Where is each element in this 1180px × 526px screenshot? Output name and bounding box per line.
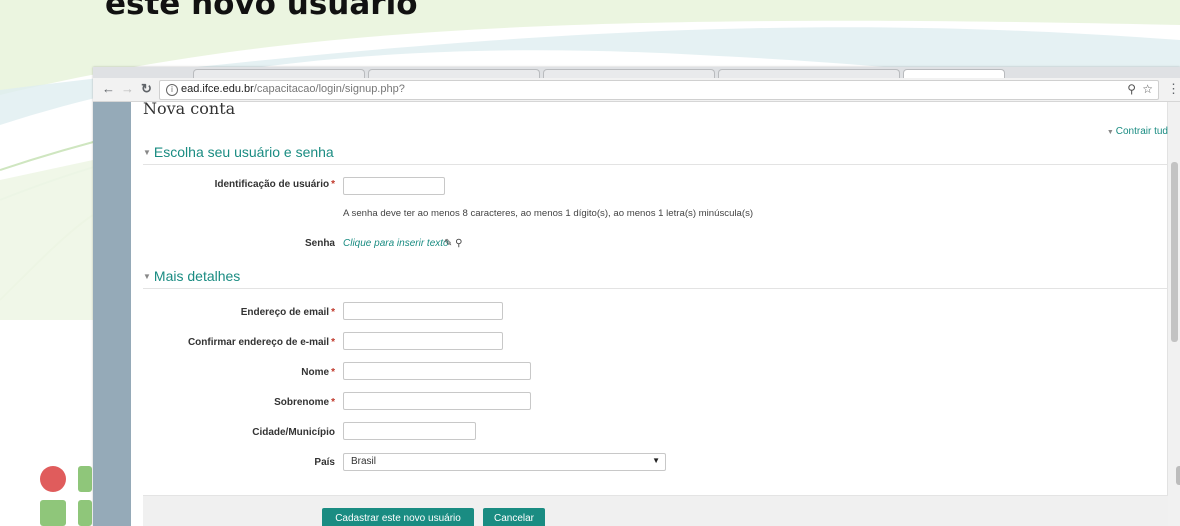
country-selected-value: Brasil (351, 456, 377, 467)
username-label-text: Identificação de usuário (214, 179, 330, 190)
submit-signup-button[interactable]: Cadastrar este novo usuário (322, 508, 474, 526)
collapse-all-label: Contrair tud (1115, 126, 1168, 137)
required-marker: * (331, 397, 335, 408)
section-divider (143, 288, 1168, 289)
page-title: Nova conta (143, 99, 236, 118)
page-viewport: Nova conta ▼ Contrair tud ▼ Escolha seu u… (93, 99, 1180, 526)
password-help-text: A senha deve ter ao menos 8 caracteres, … (343, 208, 754, 219)
country-label: País (314, 457, 335, 468)
email-label-text: Endereço de email (240, 307, 330, 318)
section-title: Mais detalhes (153, 268, 241, 284)
last-name-label: Sobrenome * (274, 397, 335, 408)
caret-down-icon: ▼ (143, 148, 151, 157)
info-icon[interactable]: i (166, 84, 178, 96)
scroll-to-top-button[interactable]: ▲ (1176, 466, 1180, 485)
section-header-username[interactable]: ▼ Escolha seu usuário e senha (143, 144, 334, 160)
browser-toolbar: ← → ↻ i ead.ifce.edu.br/capacitacao/logi… (93, 78, 1180, 102)
last-name-label-text: Sobrenome (274, 397, 330, 408)
username-label: Identificação de usuário * (215, 179, 335, 190)
email-input[interactable] (343, 302, 503, 320)
city-input[interactable] (343, 422, 476, 440)
required-marker: * (331, 367, 335, 378)
slide-title: este novo usuário (105, 0, 418, 22)
pencil-icon[interactable]: ✎ (444, 238, 452, 249)
reload-icon[interactable]: ↻ (141, 81, 152, 97)
url-domain: ead.ifce.edu.br (181, 83, 254, 95)
zoom-icon[interactable]: ⚲ (1127, 82, 1136, 96)
first-name-label-text: Nome (301, 367, 330, 378)
logo-green-square-1 (78, 466, 92, 492)
collapse-all-link[interactable]: ▼ Contrair tud (1107, 126, 1168, 137)
section-header-more-details[interactable]: ▼ Mais detalhes (143, 268, 240, 284)
url-path: /capacitacao/login/signup.php? (253, 83, 405, 95)
password-label: Senha (304, 238, 335, 249)
dropdown-arrow-icon: ▼ (652, 456, 660, 465)
email-confirm-label-text: Confirmar endereço de e-mail (187, 337, 330, 348)
cancel-button[interactable]: Cancelar (483, 508, 545, 526)
logo-green-square-3 (78, 500, 92, 526)
form-footer (143, 495, 1168, 526)
address-bar[interactable]: i ead.ifce.edu.br/capacitacao/login/sign… (159, 80, 1159, 100)
last-name-input[interactable] (343, 392, 531, 410)
back-arrow-icon[interactable]: ← (102, 81, 115, 97)
required-marker: * (331, 307, 335, 318)
url-text: ead.ifce.edu.br/capacitacao/login/signup… (181, 83, 405, 95)
logo-green-square-2 (40, 500, 66, 526)
forward-arrow-icon[interactable]: → (121, 81, 134, 97)
left-rail (93, 102, 131, 526)
vertical-scrollbar[interactable] (1167, 102, 1180, 526)
password-edit-link[interactable]: Clique para inserir texto (343, 238, 449, 249)
section-divider (143, 164, 1168, 165)
caret-down-icon: ▼ (143, 272, 151, 281)
email-confirm-label: Confirmar endereço de e-mail * (188, 337, 335, 348)
menu-kebab-icon[interactable]: ⋮ (1167, 81, 1180, 97)
password-icons: ✎ ⚲ (444, 238, 463, 249)
city-label: Cidade/Município (252, 427, 335, 438)
scrollbar-thumb[interactable] (1171, 162, 1178, 342)
search-icon[interactable]: ⚲ (455, 238, 462, 249)
required-marker: * (331, 337, 335, 348)
bookmark-star-icon[interactable]: ☆ (1142, 82, 1153, 96)
section-title: Escolha seu usuário e senha (153, 144, 334, 160)
first-name-input[interactable] (343, 362, 531, 380)
email-label: Endereço de email * (241, 307, 335, 318)
first-name-label: Nome * (301, 367, 335, 378)
username-input[interactable] (343, 177, 445, 195)
email-confirm-input[interactable] (343, 332, 503, 350)
browser-window: ← → ↻ i ead.ifce.edu.br/capacitacao/logi… (93, 67, 1180, 526)
logo-red-circle (40, 466, 66, 492)
signup-form: Nova conta ▼ Contrair tud ▼ Escolha seu u… (131, 99, 1180, 526)
required-marker: * (331, 179, 335, 190)
country-select[interactable]: Brasil ▼ (343, 453, 666, 471)
